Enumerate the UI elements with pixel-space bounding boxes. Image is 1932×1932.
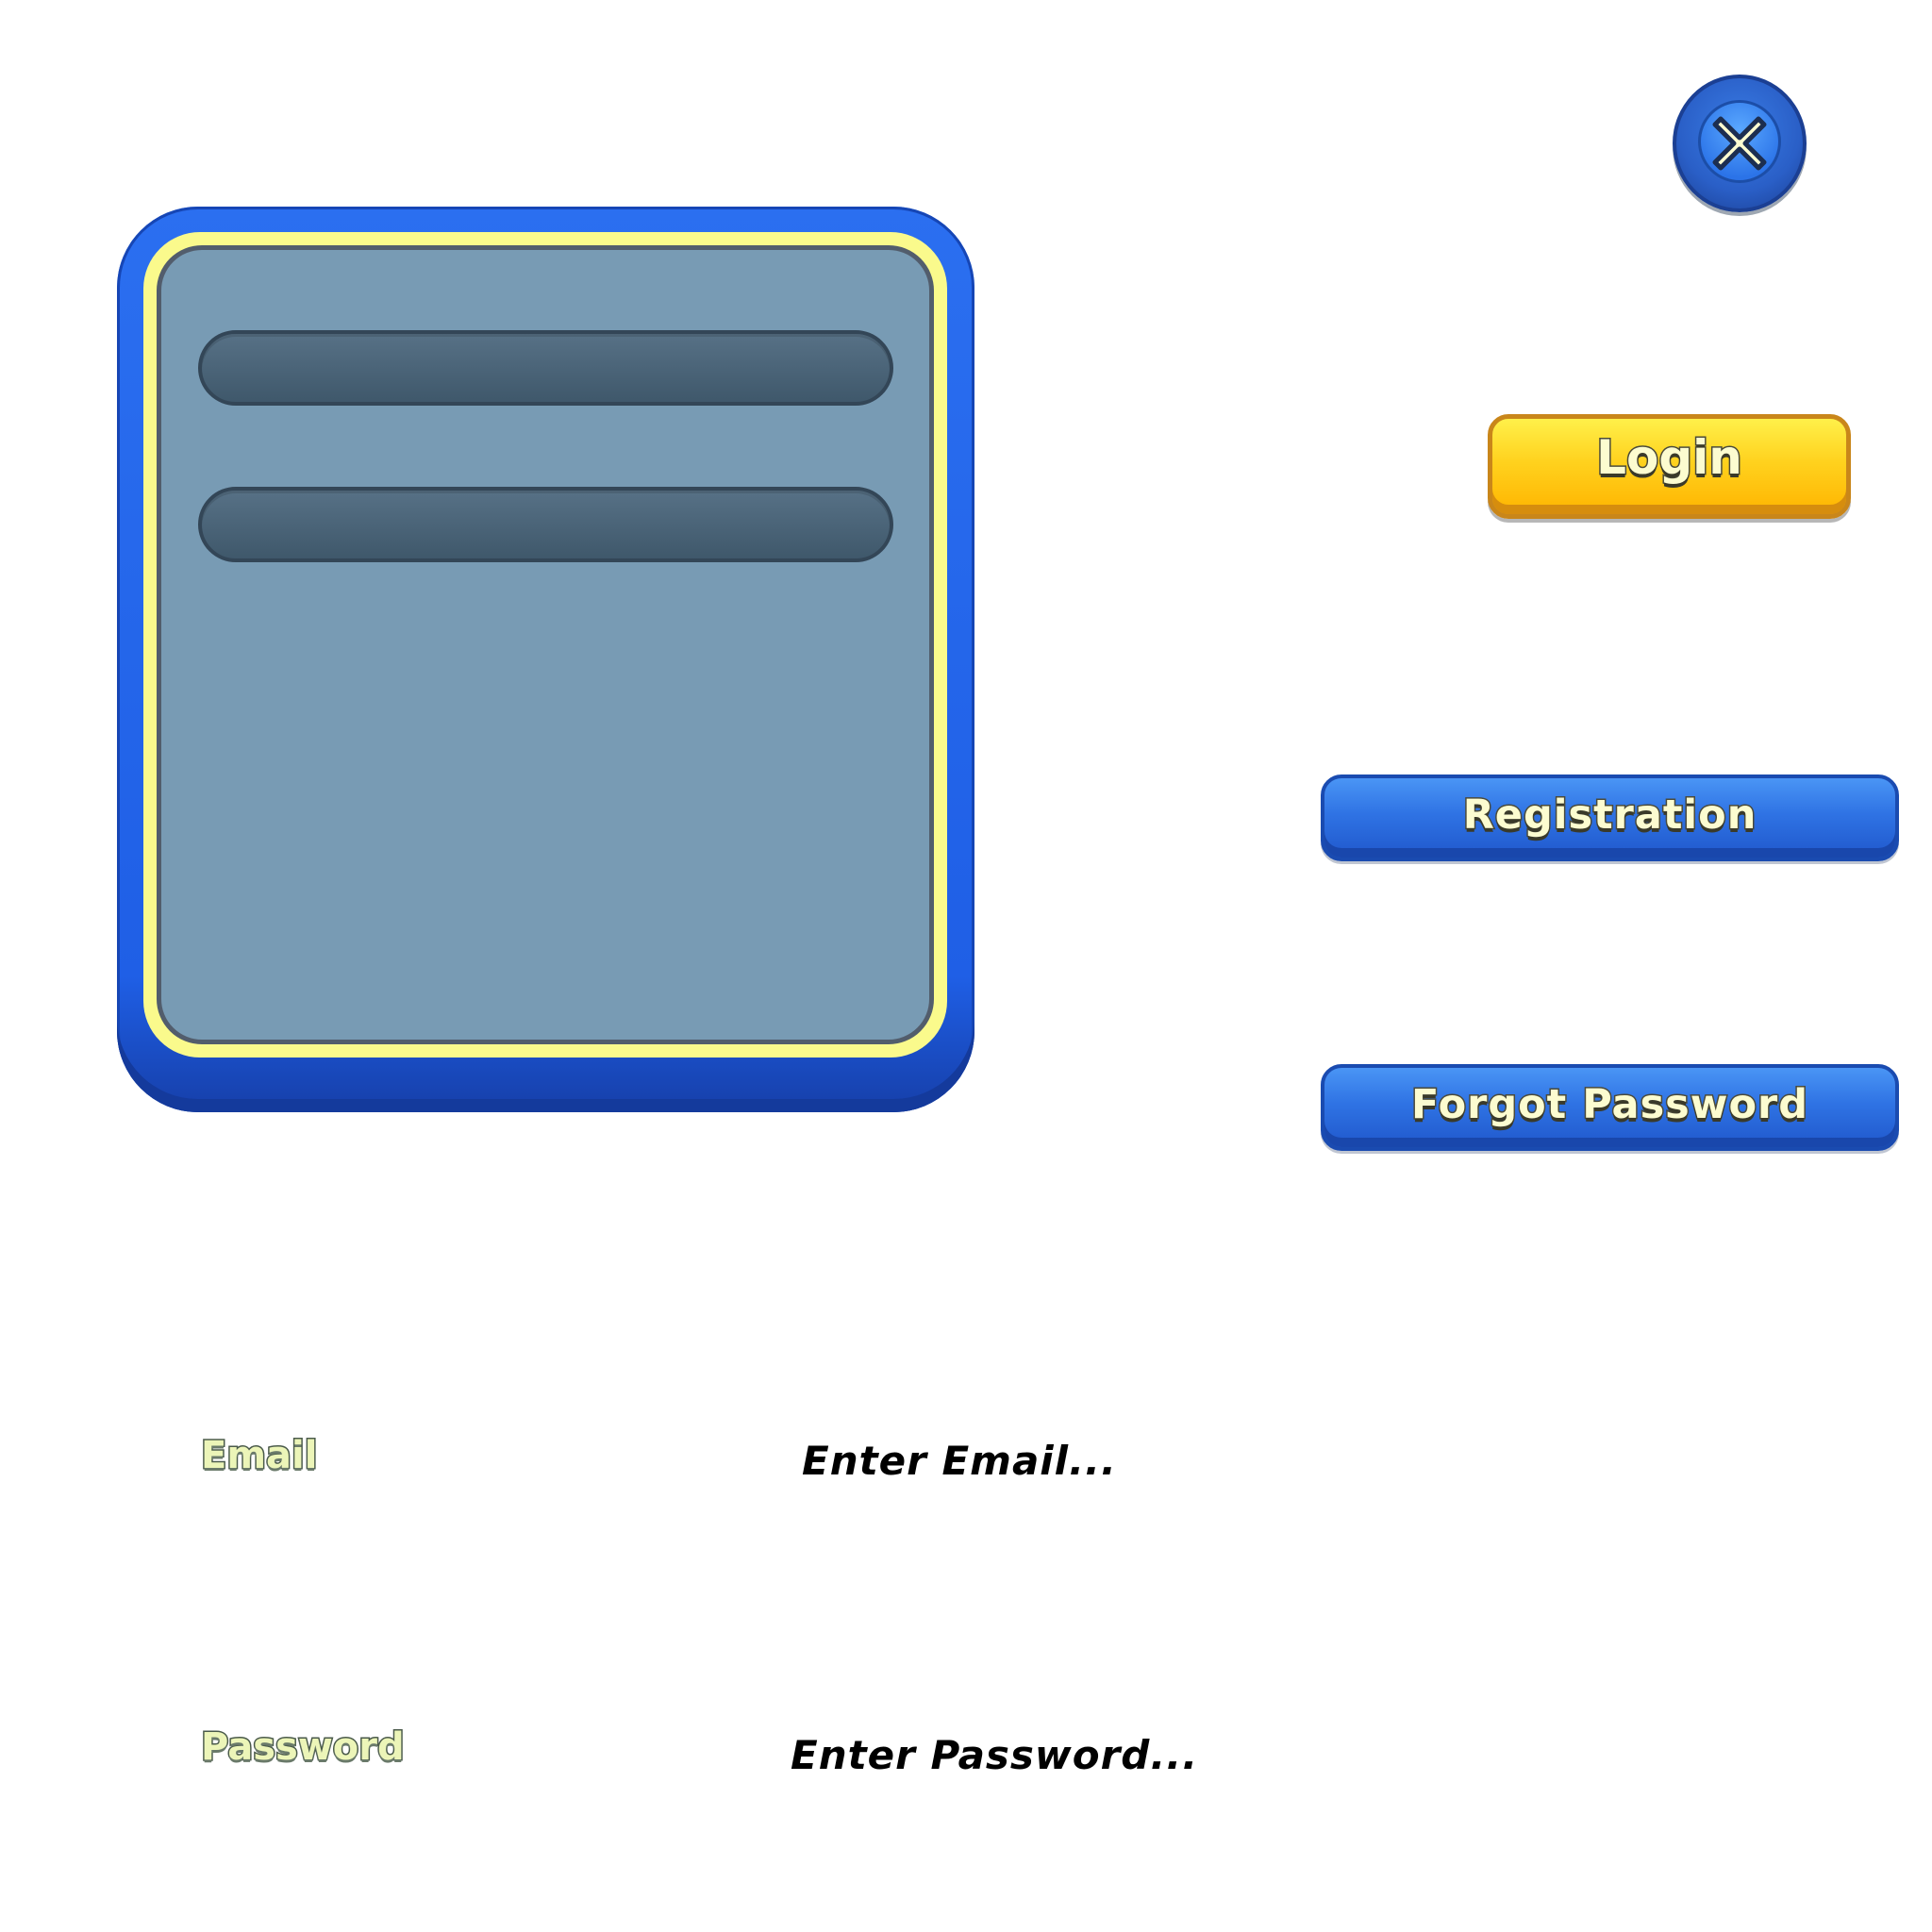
registration-button-label: Registration bbox=[1461, 791, 1757, 841]
password-input-slot[interactable] bbox=[198, 487, 893, 562]
password-label: Password bbox=[200, 1724, 407, 1771]
email-input-slot[interactable] bbox=[198, 330, 893, 406]
login-button-label: Login bbox=[1595, 429, 1744, 487]
login-button[interactable]: Login bbox=[1488, 414, 1851, 519]
close-button[interactable] bbox=[1673, 75, 1807, 212]
email-placeholder: Enter Email... bbox=[802, 1438, 1117, 1484]
forgot-password-button-label: Forgot Password bbox=[1409, 1080, 1809, 1130]
registration-button[interactable]: Registration bbox=[1321, 774, 1899, 861]
forgot-password-button[interactable]: Forgot Password bbox=[1321, 1064, 1899, 1151]
email-label: Email bbox=[199, 1433, 318, 1479]
password-placeholder: Enter Password... bbox=[791, 1732, 1199, 1778]
close-icon bbox=[1712, 116, 1767, 171]
